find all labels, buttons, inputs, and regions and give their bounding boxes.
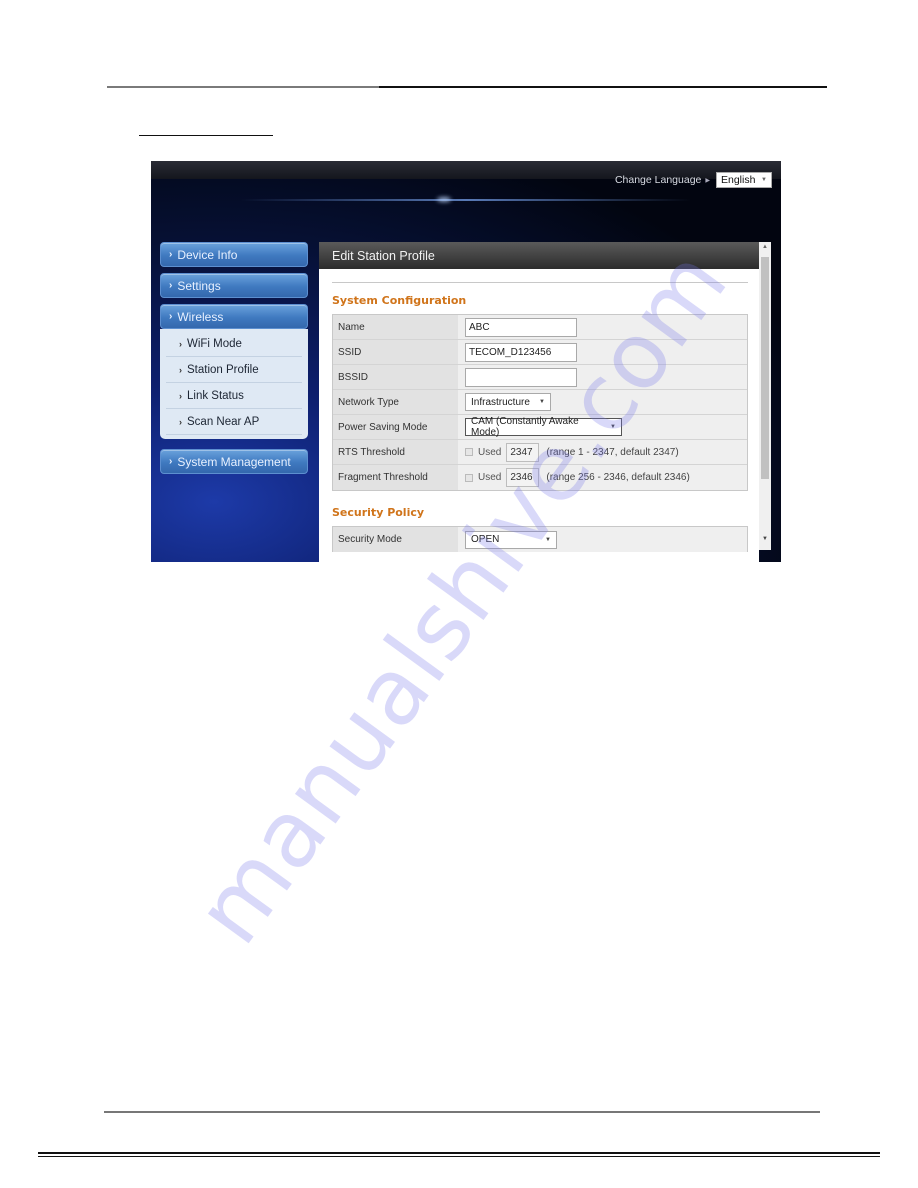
range-hint: (range 256 - 2346, default 2346) xyxy=(546,472,690,483)
panel-divider xyxy=(332,282,748,283)
page-footer-rule-2 xyxy=(38,1156,880,1157)
selected-value: Infrastructure xyxy=(471,396,530,408)
submenu-item-label: Scan Near AP xyxy=(187,415,260,428)
chevron-down-icon: ▼ xyxy=(545,536,551,543)
field-label: BSSID xyxy=(333,365,458,389)
submenu-item-label: Link Status xyxy=(187,389,244,402)
router-web-ui-screenshot: Change Language ▶ English ▼ › Device Inf… xyxy=(151,161,781,562)
chevron-right-icon: › xyxy=(169,280,173,291)
selected-value: OPEN xyxy=(471,534,500,545)
system-configuration-table: Name ABC SSID TECOM_D123456 BSSID Networ… xyxy=(332,314,748,491)
selected-value: CAM (Constantly Awake Mode) xyxy=(471,416,579,438)
form-row-ssid: SSID TECOM_D123456 xyxy=(333,340,747,365)
form-row-rts-threshold: RTS Threshold Used 2347 (range 1 - 2347,… xyxy=(333,440,747,465)
chevron-right-icon: › xyxy=(179,416,182,427)
footer-rule xyxy=(104,1111,820,1113)
submenu-item-label: WiFi Mode xyxy=(187,337,242,350)
sidebar-item-label: System Management xyxy=(177,454,291,469)
submenu-item-label: Station Profile xyxy=(187,363,259,376)
field-label: Security Mode xyxy=(333,527,458,552)
rts-threshold-input[interactable]: 2347 xyxy=(506,442,540,462)
form-row-bssid: BSSID xyxy=(333,365,747,390)
sidebar-item-settings[interactable]: › Settings xyxy=(160,273,308,298)
network-type-select[interactable]: Infrastructure ▼ xyxy=(465,393,551,411)
scroll-up-arrow-icon[interactable]: ▲ xyxy=(759,244,771,254)
sidebar-item-label: Settings xyxy=(177,278,221,293)
panel-title: Edit Station Profile xyxy=(319,242,759,269)
wireless-submenu: › WiFi Mode › Station Profile › Link Sta… xyxy=(160,329,308,439)
sidebar: › Device Info › Settings › Wireless › Wi… xyxy=(160,242,308,480)
scroll-thumb[interactable] xyxy=(761,257,769,479)
language-select[interactable]: English ▼ xyxy=(716,172,772,188)
scroll-down-arrow-icon[interactable]: ▼ xyxy=(759,536,771,546)
submenu-item-link-status[interactable]: › Link Status xyxy=(166,383,302,409)
triangle-right-icon: ▶ xyxy=(705,177,710,184)
section-heading-underline xyxy=(139,135,273,136)
field-label: Fragment Threshold xyxy=(333,465,458,490)
field-label: SSID xyxy=(333,340,458,364)
chevron-down-icon: ▼ xyxy=(610,424,616,430)
used-label: Used xyxy=(478,446,502,458)
sidebar-item-system-management[interactable]: › System Management xyxy=(160,449,308,474)
chevron-right-icon: › xyxy=(169,456,173,467)
security-policy-table: Security Mode OPEN ▼ xyxy=(332,526,748,552)
field-label: Power Saving Mode xyxy=(333,415,458,439)
chevron-right-icon: › xyxy=(169,249,173,260)
sidebar-item-label: Wireless xyxy=(177,309,224,324)
language-switcher: Change Language ▶ English ▼ xyxy=(615,172,772,188)
header-rule-right xyxy=(379,86,827,88)
chevron-down-icon: ▼ xyxy=(539,399,545,405)
submenu-item-scan-near-ap[interactable]: › Scan Near AP xyxy=(166,409,302,435)
panel-scrollbar[interactable]: ▲ ▼ xyxy=(759,242,771,550)
header-glow-dot xyxy=(437,197,451,202)
submenu-item-wifi-mode[interactable]: › WiFi Mode xyxy=(166,331,302,357)
fragment-threshold-input[interactable]: 2346 xyxy=(506,468,540,487)
power-saving-mode-select[interactable]: CAM (Constantly Awake Mode) ▼ xyxy=(465,416,622,438)
header-rule-left xyxy=(107,86,379,88)
used-label: Used xyxy=(478,472,502,483)
form-row-security-mode: Security Mode OPEN ▼ xyxy=(333,527,747,552)
chevron-right-icon: › xyxy=(179,390,182,401)
field-label: RTS Threshold xyxy=(333,440,458,464)
field-label: Name xyxy=(333,315,458,339)
form-row-fragment-threshold: Fragment Threshold Used 2346 (range 256 … xyxy=(333,465,747,490)
field-label: Network Type xyxy=(333,390,458,414)
edit-station-profile-panel: Edit Station Profile System Configuratio… xyxy=(319,242,759,562)
form-row-name: Name ABC xyxy=(333,315,747,340)
section-title-security-policy: Security Policy xyxy=(332,506,425,519)
submenu-item-station-profile[interactable]: › Station Profile xyxy=(166,357,302,383)
chevron-down-icon: ▼ xyxy=(761,177,767,183)
name-input[interactable]: ABC xyxy=(465,317,577,337)
chevron-right-icon: › xyxy=(169,311,173,322)
form-row-power-saving-mode: Power Saving Mode CAM (Constantly Awake … xyxy=(333,415,747,440)
rts-used-checkbox[interactable] xyxy=(465,448,473,456)
language-selected-value: English xyxy=(721,174,756,186)
bssid-input[interactable] xyxy=(465,367,577,387)
chevron-right-icon: › xyxy=(179,364,182,375)
range-hint: (range 1 - 2347, default 2347) xyxy=(546,446,679,458)
section-title-system-configuration: System Configuration xyxy=(332,294,467,307)
form-row-network-type: Network Type Infrastructure ▼ xyxy=(333,390,747,415)
fragment-used-checkbox[interactable] xyxy=(465,473,473,482)
change-language-label: Change Language xyxy=(614,174,702,186)
sidebar-item-wireless[interactable]: › Wireless xyxy=(160,304,308,329)
page-footer-rule-1 xyxy=(38,1152,880,1154)
security-mode-select[interactable]: OPEN ▼ xyxy=(465,530,557,549)
sidebar-item-device-info[interactable]: › Device Info xyxy=(160,242,308,267)
chevron-right-icon: › xyxy=(179,338,182,349)
header-glow-line xyxy=(241,199,691,201)
ssid-input[interactable]: TECOM_D123456 xyxy=(465,342,577,362)
sidebar-item-label: Device Info xyxy=(177,247,238,262)
